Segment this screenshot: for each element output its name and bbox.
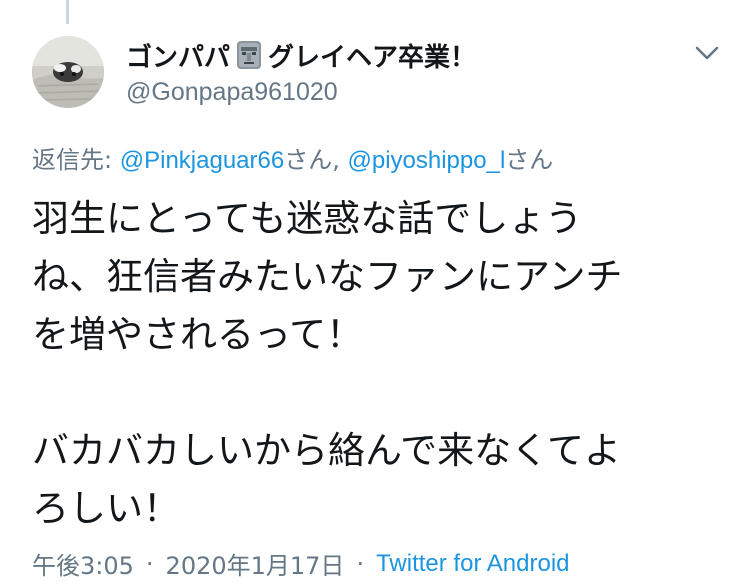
mention-link[interactable]: @piyoshippo_l (347, 147, 505, 174)
user-handle[interactable]: @Gonpapa961020 (126, 78, 338, 107)
avatar[interactable] (32, 36, 104, 108)
tweet-text: 羽生にとっても迷惑な話でしょう ね、狂信者みたいなファンにアンチ を増やされるっ… (32, 190, 732, 538)
tweet-text-line: ね、狂信者みたいなファンにアンチ (32, 255, 623, 298)
honorific-suffix: さん, (284, 146, 340, 174)
tweet-date[interactable]: 2020年1月17日 (166, 546, 345, 581)
display-name[interactable]: ゴンパパ グレイヘア卒業！ (126, 36, 476, 74)
thread-connector-line (66, 0, 69, 24)
paragraph-break (32, 364, 732, 422)
display-name-part: グレイヘア卒業！ (268, 42, 477, 73)
separator-dot: · (356, 549, 365, 578)
display-name-part: ゴンパパ (126, 42, 231, 73)
tweet-text-line: を増やされるって！ (32, 313, 364, 356)
reply-to-line: 返信先: @Pinkjaguar66さん, @piyoshippo_lさん (32, 140, 553, 175)
tweet-text-line: バカバカしいから絡んで来なくてよ (32, 429, 622, 472)
tweet-time[interactable]: 午後3:05 (32, 546, 134, 581)
tweet-source-link[interactable]: Twitter for Android (376, 550, 569, 578)
chevron-down-icon[interactable] (690, 38, 724, 66)
honorific-suffix: さん (505, 146, 554, 174)
separator-dot: · (145, 549, 154, 578)
tweet-text-line: ろしい！ (32, 487, 180, 530)
tweet-metadata: 午後3:05 · 2020年1月17日 · Twitter for Androi… (32, 546, 570, 581)
tweet-text-line: 羽生にとっても迷惑な話でしょう (32, 197, 583, 240)
reply-to-prefix: 返信先: (32, 146, 113, 174)
moai-icon (236, 40, 262, 70)
mention-link[interactable]: @Pinkjaguar66 (120, 147, 284, 174)
